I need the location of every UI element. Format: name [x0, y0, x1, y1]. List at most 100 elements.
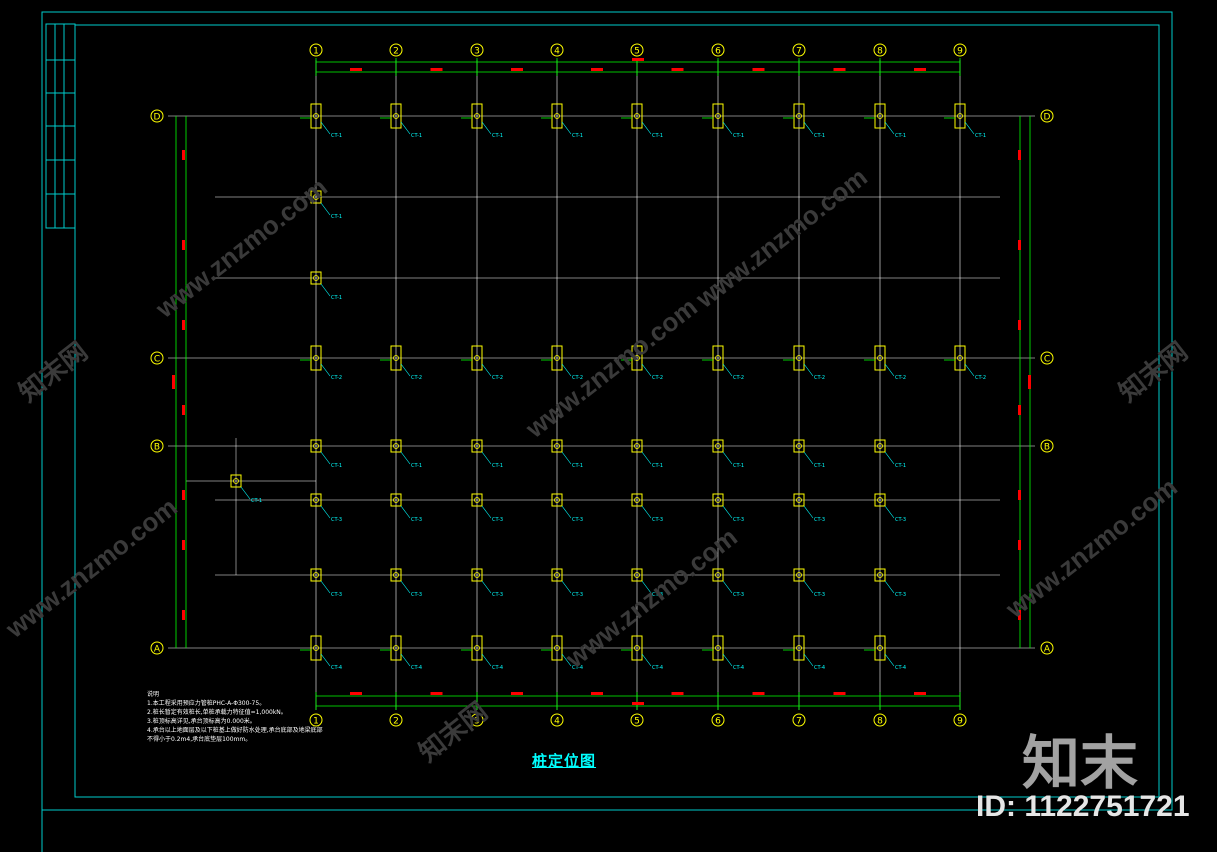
dimension-label — [1018, 490, 1021, 500]
pile-tag: CT-4 — [652, 665, 663, 671]
axis-top-label: 1 — [313, 47, 319, 57]
notes-heading: 说明 — [147, 691, 160, 698]
dimension-label — [833, 692, 846, 695]
pile-tag: CT-1 — [814, 133, 825, 139]
pile-tag: CT-1 — [411, 463, 422, 469]
dimension-label — [591, 68, 603, 71]
pile-tag: CT-2 — [975, 375, 986, 381]
watermark-logo: 知末 — [1022, 729, 1139, 797]
pile-tag: CT-3 — [814, 517, 825, 523]
note-line: 2.桩长暂定有效桩长,单桩承载力特征值=1,000kN。 — [147, 709, 287, 716]
pile-tag: CT-3 — [814, 592, 825, 598]
dimension-label — [632, 702, 644, 705]
dimension-label — [1018, 320, 1021, 330]
dimension-label — [1018, 540, 1021, 550]
pile-tag: CT-4 — [895, 665, 906, 671]
dimension-label — [430, 692, 443, 695]
dimension-label — [1018, 240, 1021, 250]
drawing-title: 桩定位图 — [532, 752, 597, 770]
pile-tag: CT-2 — [492, 375, 503, 381]
pile-tag: CT-1 — [733, 463, 744, 469]
axis-top-label: 4 — [554, 47, 560, 57]
axis-bottom-label: 6 — [715, 717, 721, 727]
dimension-label — [182, 240, 185, 250]
dimension-label — [632, 58, 644, 61]
axis-right-label: C — [1044, 355, 1050, 365]
dimension-label — [752, 68, 765, 71]
pile-tag: CT-3 — [411, 517, 422, 523]
axis-right-label: D — [1044, 113, 1051, 123]
pile-tag: CT-3 — [411, 592, 422, 598]
dimension-label — [182, 540, 185, 550]
dimension-label — [833, 68, 846, 71]
axis-left-label: A — [154, 645, 161, 655]
dimension-label — [172, 375, 175, 389]
dimension-label — [1018, 150, 1021, 160]
dimension-label — [182, 405, 185, 415]
dimension-label — [914, 692, 926, 695]
axis-top-label: 8 — [877, 47, 883, 57]
dimension-label — [182, 610, 185, 620]
dimension-label — [350, 692, 362, 695]
axis-bottom-label: 7 — [796, 717, 802, 727]
pile-tag: CT-1 — [814, 463, 825, 469]
axis-bottom-label: 4 — [554, 717, 560, 727]
pile-tag: CT-3 — [331, 517, 342, 523]
pile-tag: CT-4 — [492, 665, 503, 671]
pile-tag: CT-1 — [733, 133, 744, 139]
dimension-label — [671, 68, 684, 71]
axis-bottom-label: 8 — [877, 717, 883, 727]
pile-tag: CT-1 — [572, 133, 583, 139]
dimension-label — [1028, 375, 1031, 389]
pile-tag: CT-3 — [733, 517, 744, 523]
dimension-label — [511, 68, 523, 71]
dimension-label — [430, 68, 443, 71]
axis-top-label: 5 — [634, 47, 640, 57]
pile-tag: CT-3 — [572, 517, 583, 523]
pile-tag: CT-1 — [331, 295, 342, 301]
pile-tag: CT-2 — [895, 375, 906, 381]
pile-tag: CT-3 — [895, 592, 906, 598]
dimension-label — [350, 68, 362, 71]
pile-tag: CT-2 — [652, 375, 663, 381]
pile-tag: CT-4 — [733, 665, 744, 671]
axis-left-label: B — [154, 443, 160, 453]
dimension-label — [182, 490, 185, 500]
pile-tag: CT-2 — [411, 375, 422, 381]
notes-block: 说明 1.本工程采用预应力管桩PHC-A-Φ300-75。 2.桩长暂定有效桩长… — [147, 690, 323, 744]
pile-tag: CT-4 — [814, 665, 825, 671]
axis-bottom-label: 9 — [957, 717, 963, 727]
axis-left-label: C — [154, 355, 160, 365]
axis-bottom-label: 5 — [634, 717, 640, 727]
dimension-label — [182, 150, 185, 160]
note-line: 4.承台以上地面层及以下桩基上做好防水处理,承台底部及地梁底部 — [147, 727, 323, 734]
axis-top-label: 2 — [393, 47, 399, 57]
watermark-id: ID: 1122751721 — [976, 790, 1190, 823]
dimension-label — [671, 692, 684, 695]
pile-tag: CT-1 — [572, 463, 583, 469]
dimension-label — [182, 320, 185, 330]
pile-tag: CT-3 — [572, 592, 583, 598]
axis-right-label: B — [1044, 443, 1050, 453]
note-line: 不得小于0.2m4,承台底垫层100mm。 — [147, 736, 252, 743]
pile-tag: CT-3 — [733, 592, 744, 598]
pile-tag: CT-1 — [895, 463, 906, 469]
pile-tag: CT-3 — [652, 517, 663, 523]
axis-top-label: 3 — [474, 47, 480, 57]
pile-tag: CT-4 — [331, 665, 342, 671]
pile-tag: CT-1 — [492, 463, 503, 469]
pile-tag: CT-1 — [492, 133, 503, 139]
dimension-label — [914, 68, 926, 71]
pile-tag: CT-3 — [492, 517, 503, 523]
pile-tag: CT-3 — [492, 592, 503, 598]
axis-bottom-label: 2 — [393, 717, 399, 727]
pile-tag: CT-1 — [975, 133, 986, 139]
pile-tag: CT-1 — [652, 463, 663, 469]
pile-tag: CT-1 — [331, 463, 342, 469]
axis-right-label: A — [1044, 645, 1051, 655]
pile-tag: CT-2 — [331, 375, 342, 381]
pile-tag: CT-3 — [895, 517, 906, 523]
pile-tag: CT-1 — [652, 133, 663, 139]
note-line: 1.本工程采用预应力管桩PHC-A-Φ300-75。 — [147, 700, 266, 707]
pile-tag: CT-1 — [895, 133, 906, 139]
